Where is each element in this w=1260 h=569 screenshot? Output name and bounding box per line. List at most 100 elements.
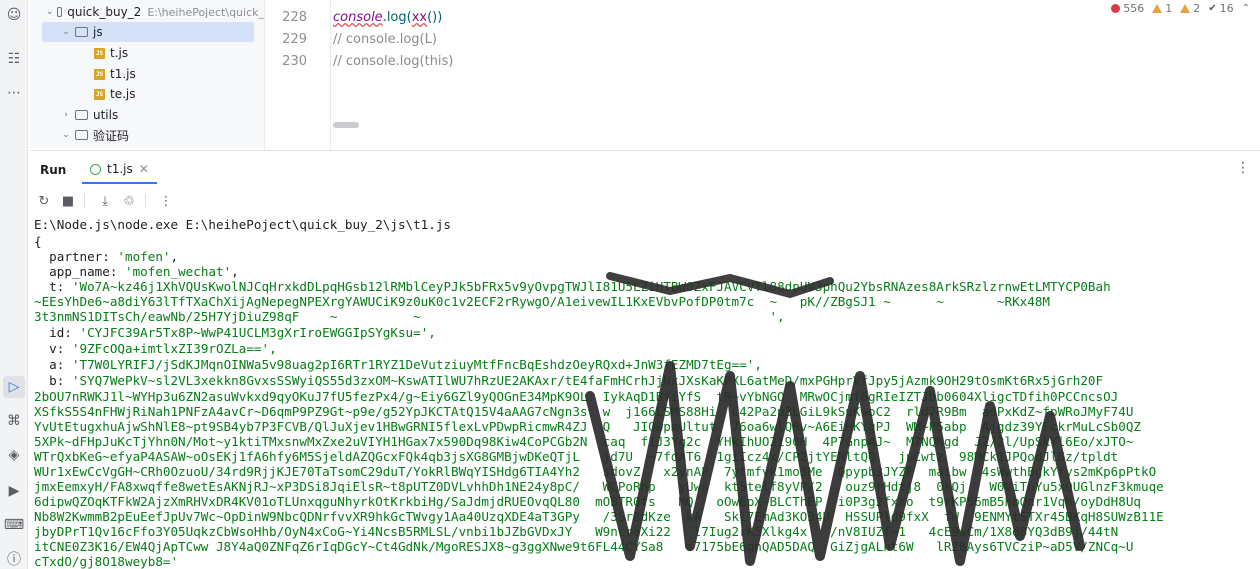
tree-item-label: js (93, 25, 103, 39)
tree-item-label: t.js (110, 46, 129, 60)
console-line: b: 'SYQ7WePkV~sl2VL3xekkn8GvxsSSWyiQS55d… (49, 373, 1104, 388)
line-number: 230 (282, 54, 307, 69)
toolbar-separator (145, 194, 146, 208)
tree-item-te-js[interactable]: JS te.js (30, 84, 264, 104)
activity-bar: ☺ ☷ ⋯ ▷ ⌘ ◈ ▶ ⌨ ⓘ (0, 0, 28, 569)
tree-item-path: E:\heihePoject\quick_ (147, 5, 264, 19)
gutter-divider (330, 0, 331, 150)
toolbar-separator (84, 194, 85, 208)
run-icon[interactable]: ▷ (3, 376, 25, 398)
code-token: xx (411, 10, 428, 25)
check-icon: ✔ (1208, 3, 1217, 14)
rerun-icon[interactable]: ↻ (34, 191, 54, 211)
services-icon[interactable]: ▶ (3, 480, 25, 502)
console-value: 'mofen_wechat' (125, 264, 232, 279)
structure-icon[interactable]: ☷ (3, 48, 25, 70)
line-number: 228 (282, 10, 307, 25)
tree-item-label: quick_buy_2 (67, 5, 142, 19)
code-token: .log( (382, 10, 412, 25)
console-line: id: 'CYJFC39Ar5Tx8P~WwP41UCLM3gXrIroEWGG… (49, 325, 436, 340)
js-file-icon: JS (94, 47, 105, 59)
horizontal-scrollbar[interactable] (333, 122, 359, 128)
folder-icon (75, 130, 88, 140)
console-key: a (49, 357, 57, 372)
console-value: 'mofen' (117, 249, 171, 264)
tree-item-js[interactable]: ⌄ js (42, 22, 254, 42)
scroll-to-end-icon[interactable]: ⤓ (95, 191, 115, 211)
console-line: itCNE0Z3K16/EW4QjApTCww J8Y4aQ0ZNFqZ6rIq… (34, 539, 1134, 554)
weak-warnings-count[interactable]: 2 (1180, 2, 1200, 15)
code-line-230[interactable]: // console.log(this) (333, 54, 453, 69)
tree-item-label: te.js (110, 87, 136, 101)
errors-value: 556 (1123, 2, 1145, 15)
checks-value: 16 (1219, 2, 1234, 15)
run-tool-window-header: Run t1.js ✕ ⋮ (30, 152, 1260, 186)
console-value: 'Wo7A~kz46j1XhVQUsKwolNJCqHrxkdDLpqHGsb1… (71, 279, 1111, 294)
warnings-value: 1 (1165, 2, 1173, 15)
chevron-down-icon: ⌄ (62, 130, 70, 140)
console-value: 'T7W0LYRIFJ/jSdKJMqnOINWa5v98uag2pI6RTr1… (71, 357, 762, 372)
node-run-icon (90, 163, 101, 175)
line-number: 229 (282, 32, 307, 47)
code-editor[interactable]: 228 229 230 console.log(xx()) // console… (264, 0, 1260, 150)
console-value: 'SYQ7WePkV~sl2VL3xekkn8GvxsSSWyiQS55d3zx… (71, 373, 1104, 388)
console-key: id (49, 325, 65, 340)
error-icon (1111, 4, 1121, 13)
chevron-down-icon: ⌄ (46, 7, 54, 17)
console-key: v (49, 341, 57, 356)
tab-t1-js[interactable]: t1.js ✕ (82, 156, 157, 184)
chevron-up-icon[interactable]: ⌃ (1242, 3, 1250, 14)
js-file-icon: JS (94, 68, 105, 80)
more-icon[interactable]: ⋯ (3, 82, 25, 104)
stop-icon[interactable]: ■ (58, 191, 78, 211)
close-icon[interactable]: ✕ (139, 162, 149, 176)
console-key: partner (49, 249, 103, 264)
tree-item-project[interactable]: ⌄ quick_buy_2 E:\heihePoject\quick_ (30, 2, 264, 22)
console-line: a: 'T7W0LYRIFJ/jSdKJMqnOINWa5v98uag2pI6R… (49, 357, 762, 372)
chevron-down-icon: ⌄ (62, 27, 70, 37)
code-line-229[interactable]: // console.log(L) (333, 32, 437, 47)
panel-divider[interactable] (30, 150, 1260, 151)
warning-icon (1152, 4, 1163, 13)
layers-icon[interactable]: ◈ (3, 444, 25, 466)
clear-all-icon[interactable]: ♲ (119, 191, 139, 211)
folder-icon (56, 7, 63, 17)
code-token: console (333, 10, 383, 25)
code-token: ()) (427, 10, 443, 25)
console-key: t (49, 279, 57, 294)
run-toolbar: ↻ ■ ⤓ ♲ ⋮ (30, 188, 1260, 214)
chevron-right-icon: › (64, 110, 68, 120)
console-line: cTxdO/gj8O18weyb8=' (34, 554, 179, 569)
copilot-icon[interactable]: ☺ (3, 4, 25, 26)
tree-item-t-js[interactable]: JS t.js (30, 43, 264, 63)
problems-icon[interactable]: ⓘ (3, 548, 25, 569)
inspection-widget[interactable]: 556 1 2 ✔ 16 ⌃ (1111, 2, 1250, 15)
console-line: v: '9ZFcOQa+imtlxZI39rOZLa==', (49, 341, 277, 356)
tree-item-label: utils (93, 108, 119, 122)
tree-item-t1-js[interactable]: JS t1.js (30, 64, 264, 84)
tree-item-label: 验证码 (93, 128, 130, 143)
tree-item-utils[interactable]: › utils (30, 105, 264, 125)
folder-icon (75, 110, 88, 120)
more-options-icon[interactable]: ⋮ (1236, 160, 1250, 176)
weak-warning-icon (1180, 4, 1191, 13)
more-icon[interactable]: ⋮ (156, 191, 176, 211)
console-value: '9ZFcOQa+imtlxZI39rOZLa==', (71, 341, 277, 356)
folder-icon (75, 27, 88, 37)
tree-item-label: t1.js (110, 67, 136, 81)
checks-count[interactable]: ✔ 16 (1208, 2, 1233, 15)
code-line-228[interactable]: console.log(xx()) (333, 10, 442, 25)
console-value: 'CYJFC39Ar5Tx8P~WwP41UCLM3gXrIroEWGGIpSY… (79, 325, 436, 340)
warnings-count[interactable]: 1 (1152, 2, 1172, 15)
console-command: E:\Node.js\node.exe E:\heihePoject\quick… (34, 217, 452, 232)
python-packages-icon[interactable]: ⌘ (3, 410, 25, 432)
errors-count[interactable]: 556 (1111, 2, 1144, 15)
tree-item-captcha[interactable]: ⌄ 验证码 (30, 125, 264, 145)
run-title: Run (40, 163, 67, 177)
console-output[interactable]: E:\Node.js\node.exe E:\heihePoject\quick… (30, 216, 1260, 569)
project-tree: ⌄ quick_buy_2 E:\heihePoject\quick_ ⌄ js… (30, 0, 264, 148)
terminal-icon[interactable]: ⌨ (3, 514, 25, 536)
weak-value: 2 (1193, 2, 1201, 15)
console-key: app_name (49, 264, 110, 279)
console-line: 3t3nmNS1DITsCh/eawNb/25H7YjDiuZ98qF ~ ~ … (34, 309, 785, 324)
